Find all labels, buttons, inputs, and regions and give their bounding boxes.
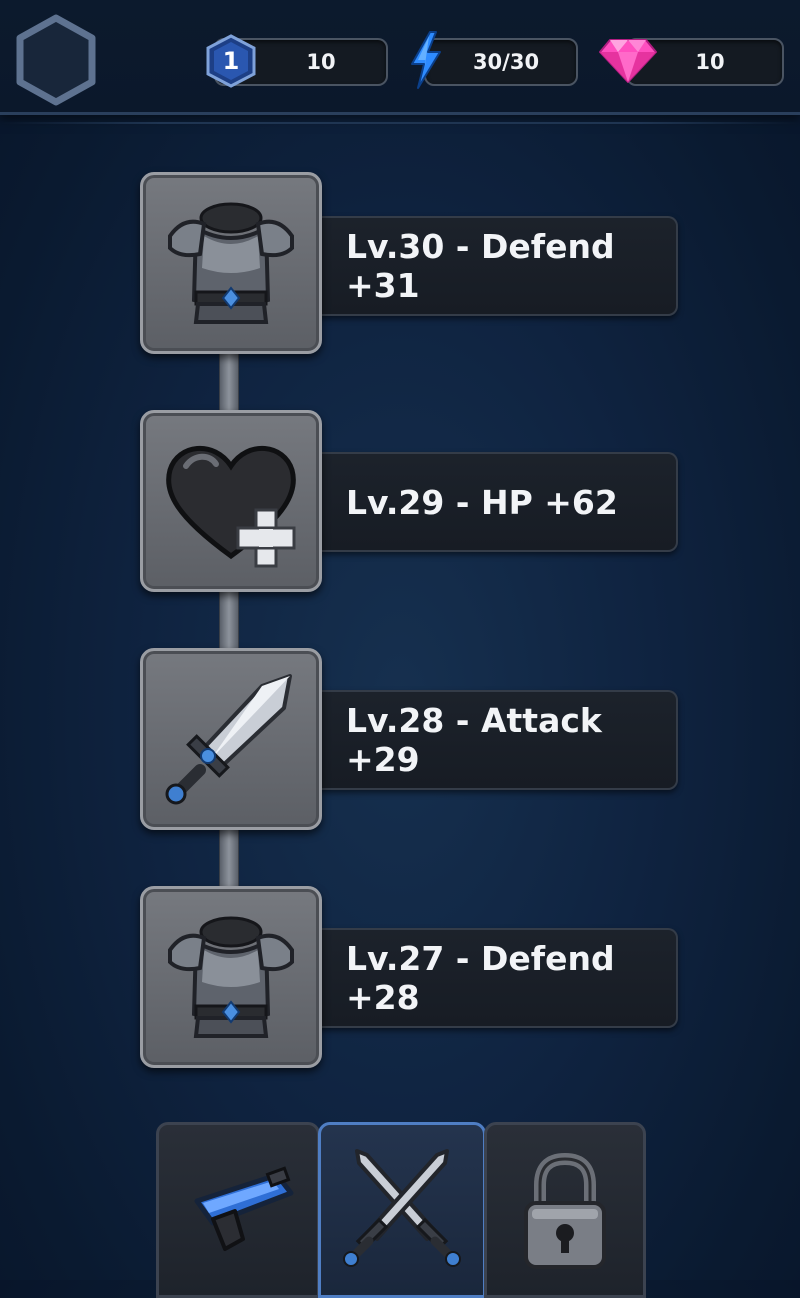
lock-icon <box>524 1152 606 1269</box>
skill-connector <box>219 584 239 652</box>
top-bar: 10 1 30/30 10 <box>0 0 800 124</box>
skill-connector <box>219 348 239 416</box>
lightning-icon <box>411 31 441 89</box>
energy-value: 30/30 <box>472 50 540 74</box>
tab-locked[interactable] <box>484 1122 646 1298</box>
level-number: 1 <box>222 47 240 75</box>
level-value: 10 <box>306 50 336 74</box>
energy-stat: 30/30 <box>424 38 578 86</box>
skill-slot[interactable] <box>140 648 322 830</box>
skill-label: Lv.28 - Attack +29 <box>316 690 678 790</box>
heart-plus-icon <box>166 446 296 568</box>
skill-slot[interactable] <box>140 886 322 1068</box>
skill-slot[interactable] <box>140 172 322 354</box>
menu-hexagon-icon[interactable] <box>14 14 98 106</box>
gem-icon <box>599 39 657 83</box>
skill-label: Lv.30 - Defend +31 <box>316 216 678 316</box>
skill-label: Lv.27 - Defend +28 <box>316 928 678 1028</box>
tab-weapons[interactable] <box>156 1122 320 1298</box>
tab-skills[interactable] <box>318 1122 486 1298</box>
gem-value: 10 <box>695 50 725 74</box>
skill-slot[interactable] <box>140 410 322 592</box>
crossed-swords-icon <box>343 1149 461 1267</box>
blaster-icon <box>194 1166 294 1251</box>
sword-icon <box>165 674 292 805</box>
skill-label: Lv.29 - HP +62 <box>316 452 678 552</box>
skill-connector <box>219 822 239 890</box>
armor-icon <box>168 916 294 1038</box>
armor-icon <box>168 202 294 324</box>
